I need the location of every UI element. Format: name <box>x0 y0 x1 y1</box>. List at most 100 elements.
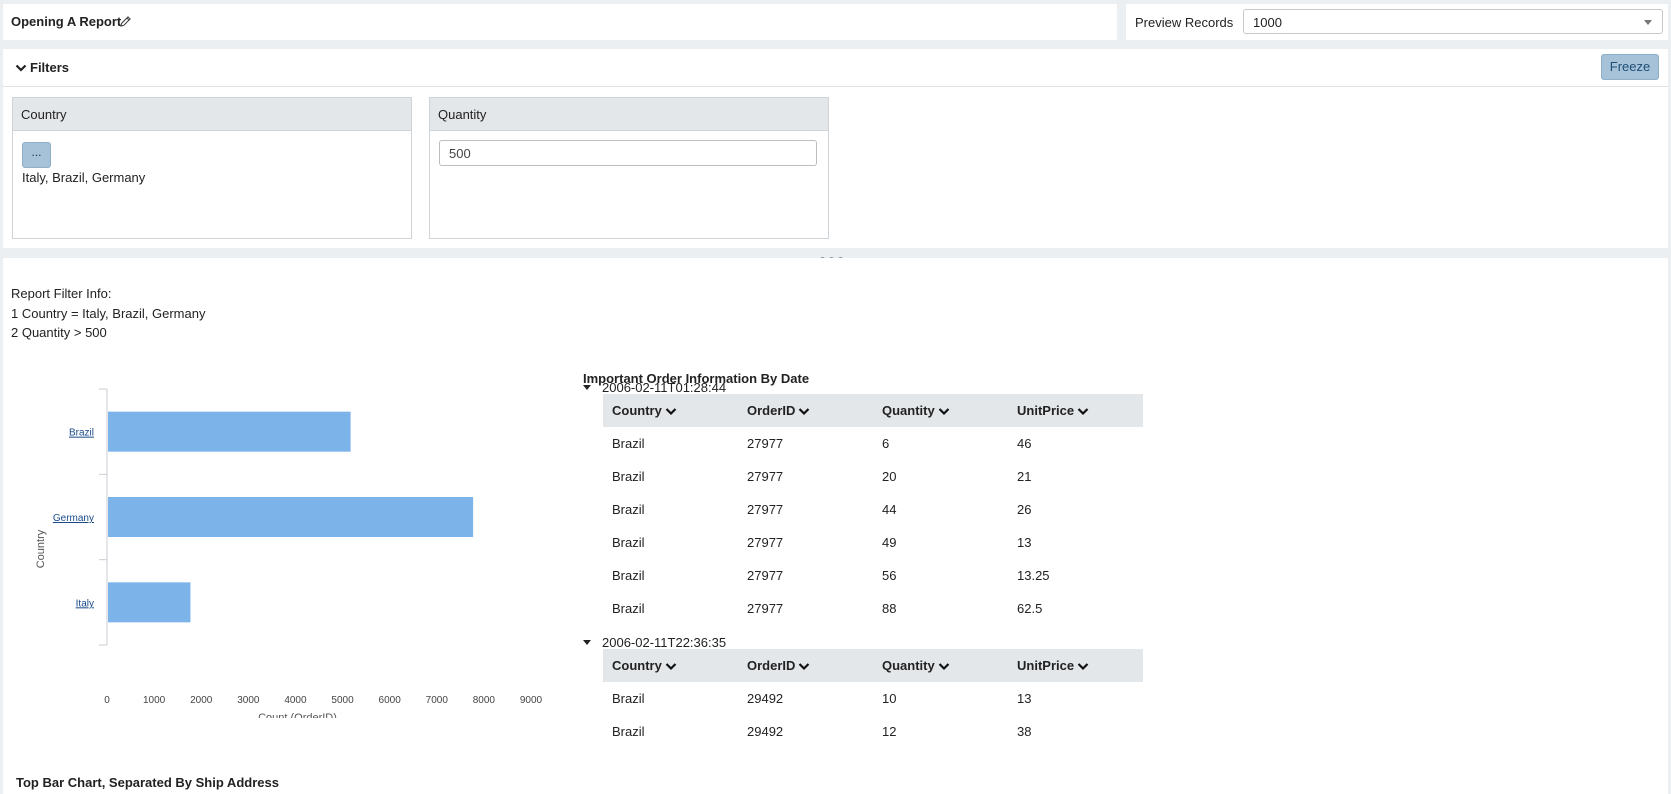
table-cell: 46 <box>1017 436 1032 451</box>
quantity-filter-card: Quantity 500 <box>429 97 829 239</box>
column-header-label: Quantity <box>882 403 935 418</box>
column-header-label: Country <box>612 658 662 673</box>
table-cell: 62.5 <box>1017 601 1043 616</box>
table-row: Brazil 27977 44 26 <box>603 493 1143 526</box>
report-panel: Report Filter Info: 1 Country = Italy, B… <box>3 258 1668 794</box>
table-cell: 13 <box>1017 535 1032 550</box>
chart-bar[interactable] <box>108 497 474 537</box>
country-filter-header: Country <box>13 98 411 131</box>
filters-header[interactable]: Filters Freeze <box>3 49 1668 87</box>
table-cell: 44 <box>882 502 897 517</box>
table-row: Brazil 27977 88 62.5 <box>603 592 1143 625</box>
table-cell: 29492 <box>747 724 784 739</box>
x-tick-label: 4000 <box>284 695 307 706</box>
table-cell: 26 <box>1017 502 1032 517</box>
chevron-down-icon <box>1077 408 1089 416</box>
country-bar-chart: Brazil Germany Italy 0 1000 2000 3000 4000 5000 6… <box>35 388 543 718</box>
column-header[interactable]: Quantity <box>873 394 1008 427</box>
table-cell: 10 <box>882 691 897 706</box>
column-header[interactable]: Country <box>603 649 738 682</box>
table-cell: 29492 <box>747 691 784 706</box>
x-tick-label: 0 <box>104 695 110 706</box>
group-date: 2006-02-11T01:28:44 <box>602 380 727 395</box>
column-header[interactable]: Country <box>603 394 738 427</box>
table-cell: Brazil <box>612 469 645 484</box>
column-header-label: UnitPrice <box>1017 658 1075 673</box>
group-header[interactable]: 2006-02-11T22:36:35 <box>583 635 726 650</box>
column-header-label: UnitPrice <box>1017 403 1075 418</box>
filters-panel: Filters Freeze Country ... Italy, Brazil… <box>3 49 1668 248</box>
table-cell: 13 <box>1017 691 1032 706</box>
preview-records-value: 1000 <box>1253 15 1282 30</box>
order-table: Country OrderID Quantity UnitPrice Brazil 294… <box>603 649 1143 748</box>
pencil-edit-icon[interactable] <box>119 15 132 28</box>
x-tick-label: 8000 <box>473 695 496 706</box>
order-table: Country OrderID Quantity UnitPrice Brazil 279… <box>603 394 1143 625</box>
table-cell: 27977 <box>747 502 784 517</box>
x-tick-label: 1000 <box>143 695 166 706</box>
report-title: Opening A Report <box>11 14 122 29</box>
column-header[interactable]: UnitPrice <box>1008 649 1143 682</box>
chevron-down-icon <box>1077 663 1089 671</box>
table-cell: 88 <box>882 601 897 616</box>
table-row: Brazil 27977 56 13.25 <box>603 559 1143 592</box>
country-filter-card: Country ... Italy, Brazil, Germany <box>12 97 412 239</box>
chart-bar[interactable] <box>108 582 191 623</box>
report-title-bar: Opening A Report <box>3 4 1117 40</box>
chevron-down-icon <box>15 64 27 72</box>
column-header[interactable]: Quantity <box>873 649 1008 682</box>
chart-bar[interactable] <box>108 411 351 452</box>
chevron-down-icon <box>665 408 677 416</box>
table-cell: 49 <box>882 535 897 550</box>
table-cell: Brazil <box>612 601 645 616</box>
preview-records-label: Preview Records <box>1135 15 1234 30</box>
bottom-chart-title: Top Bar Chart, Separated By Ship Address <box>16 775 279 790</box>
table-row: Brazil 29492 10 13 <box>603 682 1143 715</box>
y-tick-label[interactable]: Brazil <box>69 428 94 439</box>
filters-toggle[interactable]: Filters <box>15 60 69 75</box>
table-row: Brazil 27977 20 21 <box>603 460 1143 493</box>
table-row: Brazil 27977 49 13 <box>603 526 1143 559</box>
quantity-input[interactable]: 500 <box>439 140 817 166</box>
freeze-button[interactable]: Freeze <box>1601 54 1659 80</box>
panel-splitter-handle[interactable] <box>818 250 858 262</box>
table-cell: Brazil <box>612 724 645 739</box>
preview-records-select[interactable]: 1000 <box>1243 9 1663 34</box>
group-date: 2006-02-11T22:36:35 <box>602 635 727 650</box>
table-cell: 21 <box>1017 469 1032 484</box>
table-cell: 13.25 <box>1017 568 1050 583</box>
y-tick-label[interactable]: Germany <box>53 513 94 524</box>
column-header[interactable]: OrderID <box>738 394 873 427</box>
x-tick-label: 7000 <box>426 695 449 706</box>
quantity-filter-header: Quantity <box>430 98 828 131</box>
chevron-down-icon <box>665 663 677 671</box>
column-header-label: Quantity <box>882 658 935 673</box>
table-cell: 38 <box>1017 724 1032 739</box>
table-row: Brazil 27977 6 46 <box>603 427 1143 460</box>
table-cell: 27977 <box>747 436 784 451</box>
y-tick-label[interactable]: Italy <box>76 598 94 609</box>
chevron-down-icon <box>799 408 810 416</box>
chevron-down-icon <box>799 663 810 671</box>
collapse-triangle-icon[interactable] <box>583 640 591 645</box>
table-cell: 27977 <box>747 469 784 484</box>
group-header[interactable]: 2006-02-11T01:28:44 <box>583 380 726 395</box>
table-cell: 56 <box>882 568 897 583</box>
table-row: Brazil 29492 12 38 <box>603 715 1143 748</box>
table-cell: Brazil <box>612 568 645 583</box>
table-cell: Brazil <box>612 535 645 550</box>
column-header[interactable]: UnitPrice <box>1008 394 1143 427</box>
preview-records-bar: Preview Records 1000 <box>1126 4 1668 40</box>
chevron-down-icon <box>1644 20 1652 25</box>
collapse-triangle-icon[interactable] <box>583 385 591 390</box>
column-header[interactable]: OrderID <box>738 649 873 682</box>
table-cell: 27977 <box>747 601 784 616</box>
filters-label: Filters <box>30 60 70 75</box>
chevron-down-icon <box>938 663 950 671</box>
table-cell: 20 <box>882 469 897 484</box>
table-cell: 6 <box>882 436 890 451</box>
column-header-label: OrderID <box>747 403 796 418</box>
column-header-label: Country <box>612 403 662 418</box>
country-select-button[interactable]: ... <box>22 142 51 168</box>
x-tick-label: 5000 <box>331 695 354 706</box>
